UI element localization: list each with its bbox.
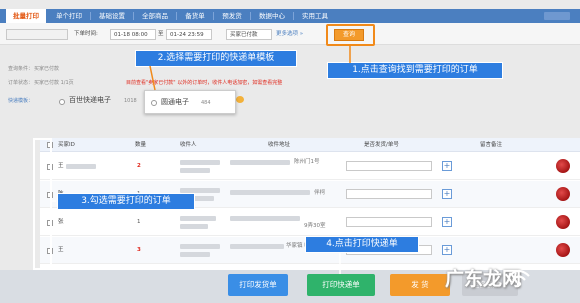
- app-window: 批量打印 单个打印 基础设置 全部商品 备货单 预发货 数据中心 实用工具 下单…: [0, 0, 580, 303]
- wifi-logo-icon: [508, 269, 530, 287]
- step2-pointer: [149, 65, 156, 91]
- callout-arrows: [52, 46, 351, 274]
